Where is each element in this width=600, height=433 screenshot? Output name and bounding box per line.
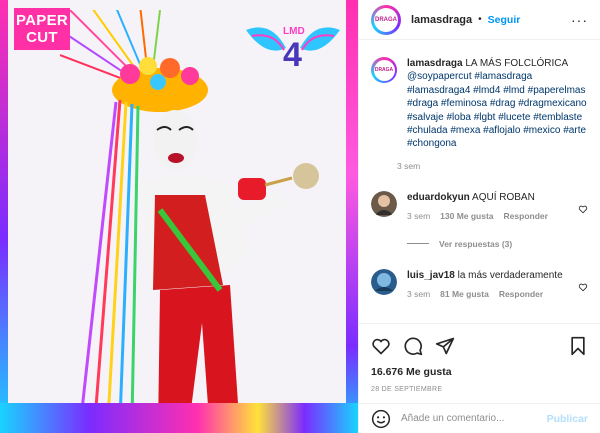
- comment-item: luis_jav18 la más verdaderamente 3 sem 8…: [371, 268, 588, 301]
- avatar[interactable]: DRAGA: [371, 4, 401, 35]
- hashtag-link[interactable]: #feminosa: [441, 98, 487, 109]
- comment-time[interactable]: 3 sem: [407, 288, 430, 301]
- lmd-logo-number: 4: [283, 36, 302, 74]
- hashtag-link[interactable]: #aflojalo: [483, 125, 520, 136]
- hashtag-link[interactable]: #chongona: [407, 138, 457, 149]
- reply-button[interactable]: Responder: [504, 210, 548, 223]
- heart-icon[interactable]: [371, 336, 391, 356]
- caption-username[interactable]: lamasdraga: [407, 58, 463, 69]
- comment-text: la más verdaderamente: [457, 269, 563, 281]
- papercut-logo: PAPER CUT: [14, 8, 70, 50]
- hashtag-link[interactable]: #loba: [446, 112, 470, 123]
- caption-time[interactable]: 3 sem: [397, 161, 592, 171]
- caption-avatar[interactable]: DRAGA: [371, 57, 397, 83]
- hashtag-link[interactable]: #drag: [490, 98, 516, 109]
- comments-scroll-area[interactable]: DRAGA lamasdraga LA MÁS FOLCLÓRICA @soyp…: [359, 41, 600, 323]
- heart-icon[interactable]: [578, 195, 588, 223]
- follow-button[interactable]: Seguir: [488, 14, 521, 26]
- hashtag-link[interactable]: #lamasdraga: [474, 71, 532, 82]
- bookmark-icon[interactable]: [568, 336, 588, 356]
- post-sidebar: DRAGA lamasdraga • Seguir ··· DRAGA lama…: [358, 0, 600, 433]
- hashtag-link[interactable]: #lmd4: [473, 85, 500, 96]
- replies-divider: [407, 243, 429, 245]
- comment-likes[interactable]: 130 Me gusta: [440, 210, 493, 223]
- hashtag-link[interactable]: #mexico: [523, 125, 560, 136]
- caption: DRAGA lamasdraga LA MÁS FOLCLÓRICA @soyp…: [371, 41, 588, 171]
- hashtag-link[interactable]: #arte: [563, 125, 586, 136]
- post-actions: 16.676 Me gusta 28 DE SEPTIEMBRE: [359, 323, 600, 393]
- more-options-icon[interactable]: ···: [571, 12, 588, 28]
- hashtag-link[interactable]: #lucete: [498, 112, 530, 123]
- hashtag-link[interactable]: #chulada: [407, 125, 448, 136]
- comment-likes[interactable]: 81 Me gusta: [440, 288, 489, 301]
- comment-text: AQUÍ ROBAN: [472, 191, 535, 203]
- post-header: DRAGA lamasdraga • Seguir ···: [359, 0, 600, 40]
- add-comment-bar: Añade un comentario... Publicar: [359, 403, 600, 433]
- likes-count[interactable]: 16.676 Me gusta: [371, 366, 588, 378]
- hashtag-link[interactable]: #temblaste: [533, 112, 582, 123]
- post-date[interactable]: 28 DE SEPTIEMBRE: [371, 386, 588, 393]
- comment-icon[interactable]: [403, 336, 423, 356]
- comment-username[interactable]: luis_jav18: [407, 270, 455, 281]
- share-icon[interactable]: [435, 336, 455, 356]
- hashtag-link[interactable]: #mexa: [450, 125, 480, 136]
- post-image[interactable]: PAPER CUT LMD 4: [0, 0, 358, 433]
- comment-time[interactable]: 3 sem: [407, 210, 430, 223]
- comment-item: eduardokyun AQUÍ ROBAN 3 sem 130 Me gust…: [371, 190, 588, 223]
- hashtag-link[interactable]: #salvaje: [407, 112, 444, 123]
- hashtag-link[interactable]: #paperelmas: [528, 85, 586, 96]
- hashtag-link[interactable]: #lmd: [503, 85, 525, 96]
- reply-button[interactable]: Responder: [499, 288, 543, 301]
- caption-text: lamasdraga LA MÁS FOLCLÓRICA @soypapercu…: [407, 57, 592, 151]
- caption-hashtags: #lamasdraga #lamasdraga4 #lmd4 #lmd #pap…: [407, 71, 587, 149]
- hashtag-link[interactable]: #lamasdraga4: [407, 85, 470, 96]
- publish-button[interactable]: Publicar: [547, 413, 588, 425]
- header-username[interactable]: lamasdraga: [411, 14, 472, 26]
- comment-username[interactable]: eduardokyun: [407, 192, 470, 203]
- emoji-icon[interactable]: [371, 409, 391, 429]
- hashtag-link[interactable]: #draga: [407, 98, 438, 109]
- caption-mention[interactable]: @soypapercut: [407, 71, 472, 82]
- view-replies-button[interactable]: Ver respuestas (3): [407, 239, 588, 249]
- hashtag-link[interactable]: #lgbt: [474, 112, 496, 123]
- image-frame-left: [0, 0, 8, 433]
- heart-icon[interactable]: [578, 273, 588, 301]
- separator-dot: •: [478, 14, 482, 25]
- commenter-avatar[interactable]: [371, 190, 397, 217]
- comment-input[interactable]: Añade un comentario...: [401, 413, 547, 424]
- hashtag-link[interactable]: #dragmexicano: [518, 98, 586, 109]
- caption-body: LA MÁS FOLCLÓRICA: [465, 58, 568, 69]
- image-frame-bottom: [0, 403, 358, 433]
- commenter-avatar[interactable]: [371, 268, 397, 295]
- view-replies-label: Ver respuestas (3): [439, 238, 513, 249]
